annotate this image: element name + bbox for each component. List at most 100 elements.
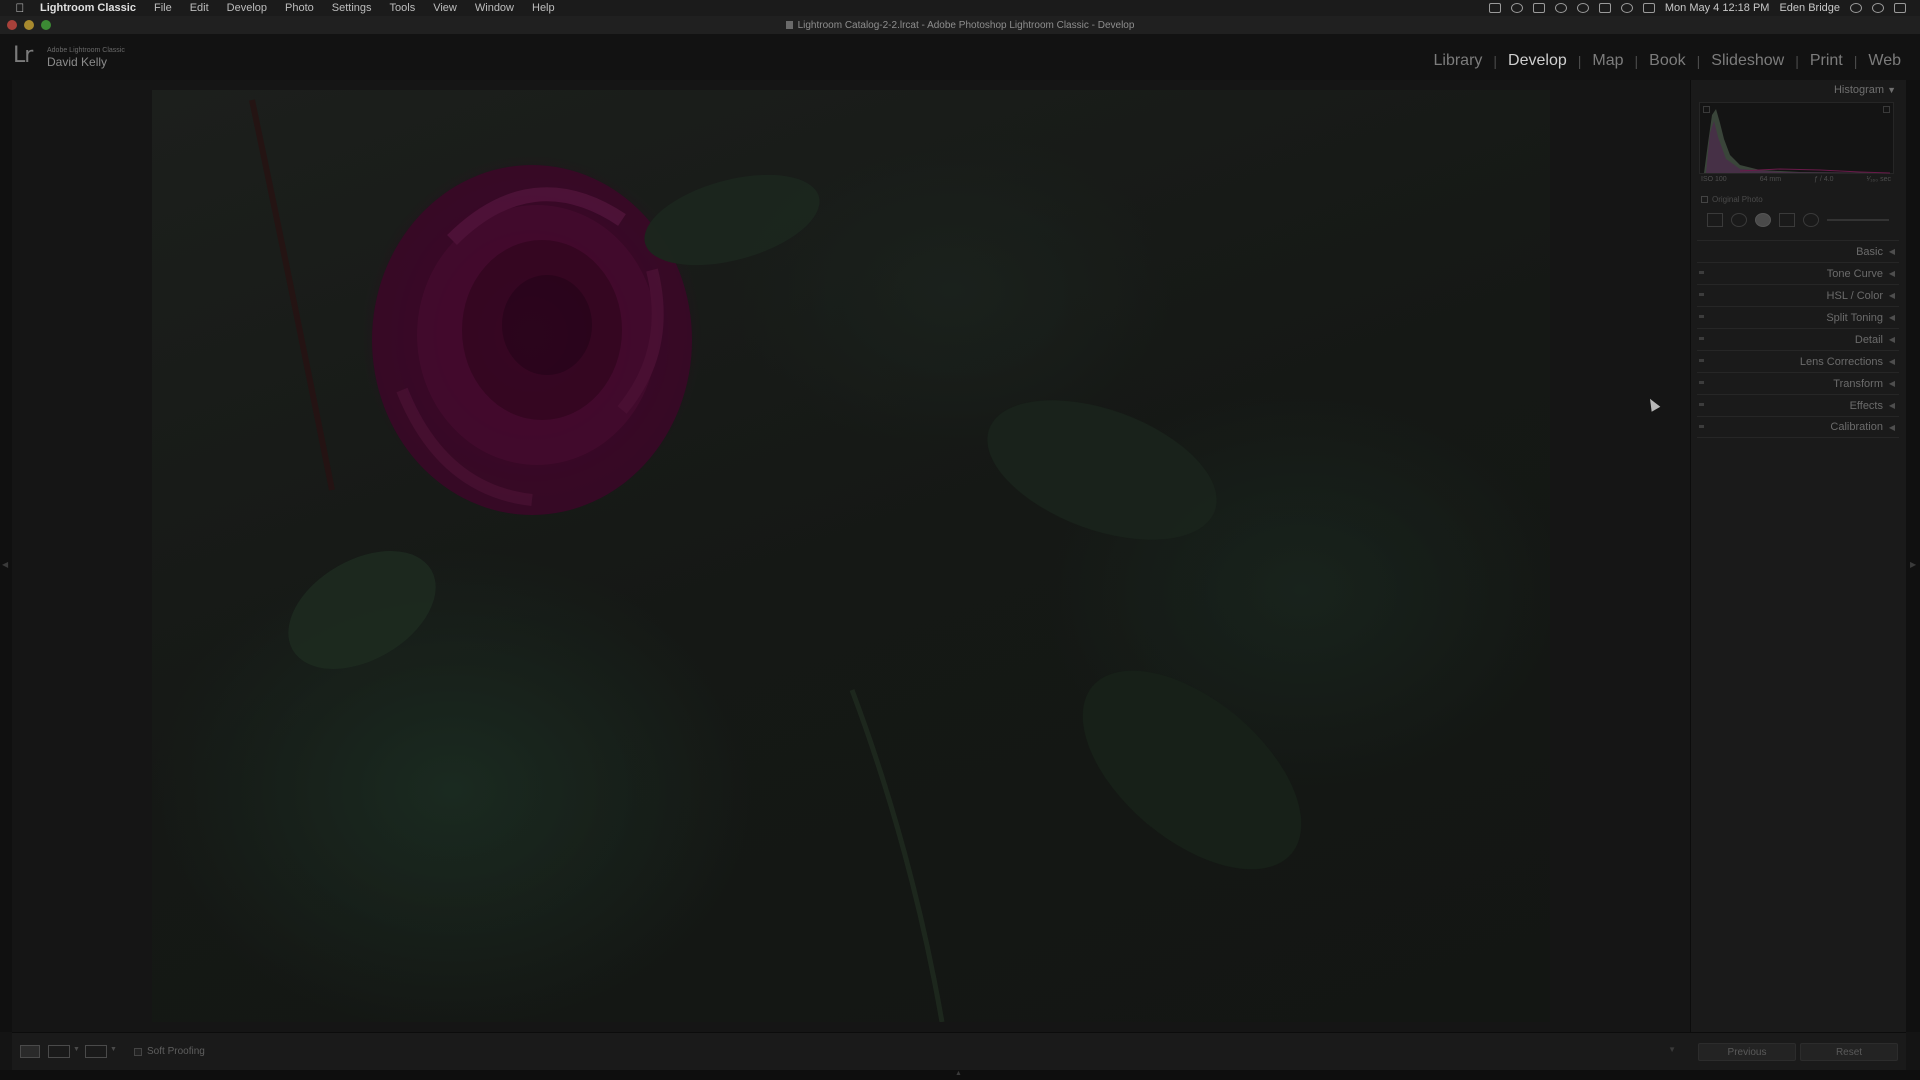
module-slideshow[interactable]: Slideshow: [1700, 52, 1795, 70]
panel-basic[interactable]: Basic ◀: [1697, 240, 1899, 262]
expand-filmstrip-icon[interactable]: ▲: [955, 1070, 962, 1077]
shadow-clipping-icon[interactable]: [1703, 106, 1710, 113]
expand-triangle-icon[interactable]: ◀: [1889, 401, 1895, 410]
window-title: Lightroom Catalog-2-2.lrcat - Adobe Phot…: [0, 20, 1920, 31]
apple-icon[interactable]: : [0, 1, 40, 15]
before-after-dropdown-icon[interactable]: ▼: [73, 1046, 80, 1053]
radial-filter-icon[interactable]: [1803, 213, 1819, 227]
time-machine-icon[interactable]: [1576, 3, 1589, 13]
collapse-triangle-icon[interactable]: ▼: [1887, 85, 1896, 95]
expand-triangle-icon[interactable]: ◀: [1889, 313, 1895, 322]
menubar-user[interactable]: Eden Bridge: [1779, 2, 1840, 14]
creative-cloud-icon[interactable]: [1510, 3, 1523, 13]
left-panel-collapsed[interactable]: ◀: [0, 80, 12, 1032]
menu-edit[interactable]: Edit: [181, 2, 218, 14]
red-eye-icon[interactable]: [1755, 213, 1771, 227]
iso-value: ISO 100: [1701, 176, 1727, 183]
before-after-view-button[interactable]: [48, 1045, 70, 1058]
bluetooth-icon[interactable]: [1598, 3, 1611, 13]
panel-lens-corrections[interactable]: Lens Corrections ◀: [1697, 350, 1899, 372]
panel-calibration[interactable]: Calibration ◀: [1697, 416, 1899, 438]
loupe-view-button[interactable]: [20, 1045, 40, 1058]
collapse-right-panel-icon[interactable]: ▶: [1910, 560, 1916, 569]
panel-hsl-color[interactable]: HSL / Color ◀: [1697, 284, 1899, 306]
document-icon: [785, 20, 793, 29]
module-library[interactable]: Library: [1423, 52, 1494, 70]
panel-switch-icon[interactable]: [1699, 315, 1704, 318]
menu-file[interactable]: File: [145, 2, 181, 14]
notification-center-icon[interactable]: [1894, 3, 1906, 13]
spotlight-search-icon[interactable]: [1850, 3, 1862, 13]
flame-icon[interactable]: [1554, 3, 1567, 13]
expand-triangle-icon[interactable]: ◀: [1889, 291, 1895, 300]
panel-switch-icon[interactable]: [1699, 403, 1704, 406]
expand-triangle-icon[interactable]: ◀: [1889, 247, 1895, 256]
panel-switch-icon[interactable]: [1699, 271, 1704, 274]
menu-photo[interactable]: Photo: [276, 2, 323, 14]
right-panel-footer: Previous Reset: [1690, 1032, 1906, 1070]
identity-plate-bar: Lr Adobe Lightroom Classic David Kelly L…: [0, 34, 1920, 80]
reset-button[interactable]: Reset: [1800, 1043, 1898, 1061]
original-photo-toggle[interactable]: Original Photo: [1701, 195, 1763, 204]
expand-triangle-icon[interactable]: ◀: [1889, 335, 1895, 344]
expand-triangle-icon[interactable]: ◀: [1889, 379, 1895, 388]
lightroom-logo: Lr: [13, 43, 33, 68]
wifi-icon[interactable]: [1620, 3, 1633, 13]
panel-lens-corrections-label: Lens Corrections: [1799, 355, 1883, 368]
menu-settings[interactable]: Settings: [323, 2, 381, 14]
dropbox-icon[interactable]: [1532, 3, 1545, 13]
develop-toolbar: ▼ ▼ Soft Proofing ▼: [12, 1032, 1690, 1070]
panel-switch-icon[interactable]: [1699, 425, 1704, 428]
menu-tools[interactable]: Tools: [381, 2, 425, 14]
panel-tone-curve[interactable]: Tone Curve ◀: [1697, 262, 1899, 284]
soft-proofing-checkbox[interactable]: [134, 1047, 142, 1056]
expand-triangle-icon[interactable]: ◀: [1889, 357, 1895, 366]
histogram-header[interactable]: Histogram ▼: [1834, 84, 1896, 96]
filmstrip-collapsed[interactable]: ▲: [0, 1070, 1920, 1080]
expand-triangle-icon[interactable]: ◀: [1889, 269, 1895, 278]
soft-proofing-toggle[interactable]: Soft Proofing: [134, 1046, 205, 1057]
identity-user-name: David Kelly: [47, 55, 108, 69]
menubar-status-area: Mon May 4 12:18 PM Eden Bridge: [1488, 0, 1906, 16]
menubar-clock[interactable]: Mon May 4 12:18 PM: [1665, 2, 1770, 14]
right-panel-edge[interactable]: ▶: [1906, 80, 1920, 1032]
panel-switch-icon[interactable]: [1699, 337, 1704, 340]
menu-help[interactable]: Help: [523, 2, 564, 14]
previous-button[interactable]: Previous: [1698, 1043, 1796, 1061]
panel-switch-icon[interactable]: [1699, 359, 1704, 362]
toolbar-menu-icon[interactable]: ▼: [1668, 1045, 1676, 1054]
panel-split-toning[interactable]: Split Toning ◀: [1697, 306, 1899, 328]
histogram[interactable]: [1699, 102, 1894, 174]
menu-window[interactable]: Window: [466, 2, 523, 14]
module-develop[interactable]: Develop: [1497, 52, 1578, 70]
panel-switch-icon[interactable]: [1699, 381, 1704, 384]
menu-app-name[interactable]: Lightroom Classic: [40, 2, 145, 14]
graduated-filter-icon[interactable]: [1779, 213, 1795, 227]
swap-before-after-button[interactable]: [85, 1045, 107, 1058]
product-name: Adobe Lightroom Classic: [47, 47, 125, 54]
volume-icon[interactable]: [1642, 3, 1655, 13]
original-photo-checkbox[interactable]: [1701, 196, 1708, 203]
crop-tool-icon[interactable]: [1707, 213, 1723, 227]
panel-detail[interactable]: Detail ◀: [1697, 328, 1899, 350]
adjustment-brush-slider[interactable]: [1827, 219, 1889, 221]
panel-effects[interactable]: Effects ◀: [1697, 394, 1899, 416]
module-print[interactable]: Print: [1799, 52, 1854, 70]
screen-icon[interactable]: [1488, 3, 1501, 13]
module-book[interactable]: Book: [1638, 52, 1696, 70]
menu-develop[interactable]: Develop: [218, 2, 276, 14]
menu-view[interactable]: View: [424, 2, 466, 14]
swap-dropdown-icon[interactable]: ▼: [110, 1046, 117, 1053]
panel-calibration-label: Calibration: [1830, 421, 1883, 433]
siri-icon[interactable]: [1872, 3, 1884, 13]
module-web[interactable]: Web: [1857, 52, 1912, 70]
panel-switch-icon[interactable]: [1699, 293, 1704, 296]
module-map[interactable]: Map: [1581, 52, 1634, 70]
develop-tool-strip: [1699, 210, 1897, 230]
expand-left-panel-icon[interactable]: ◀: [2, 560, 8, 569]
highlight-clipping-icon[interactable]: [1883, 106, 1890, 113]
photo-preview[interactable]: [152, 90, 1550, 1022]
panel-transform[interactable]: Transform ◀: [1697, 372, 1899, 394]
spot-removal-icon[interactable]: [1731, 213, 1747, 227]
expand-triangle-icon[interactable]: ◀: [1889, 423, 1895, 432]
